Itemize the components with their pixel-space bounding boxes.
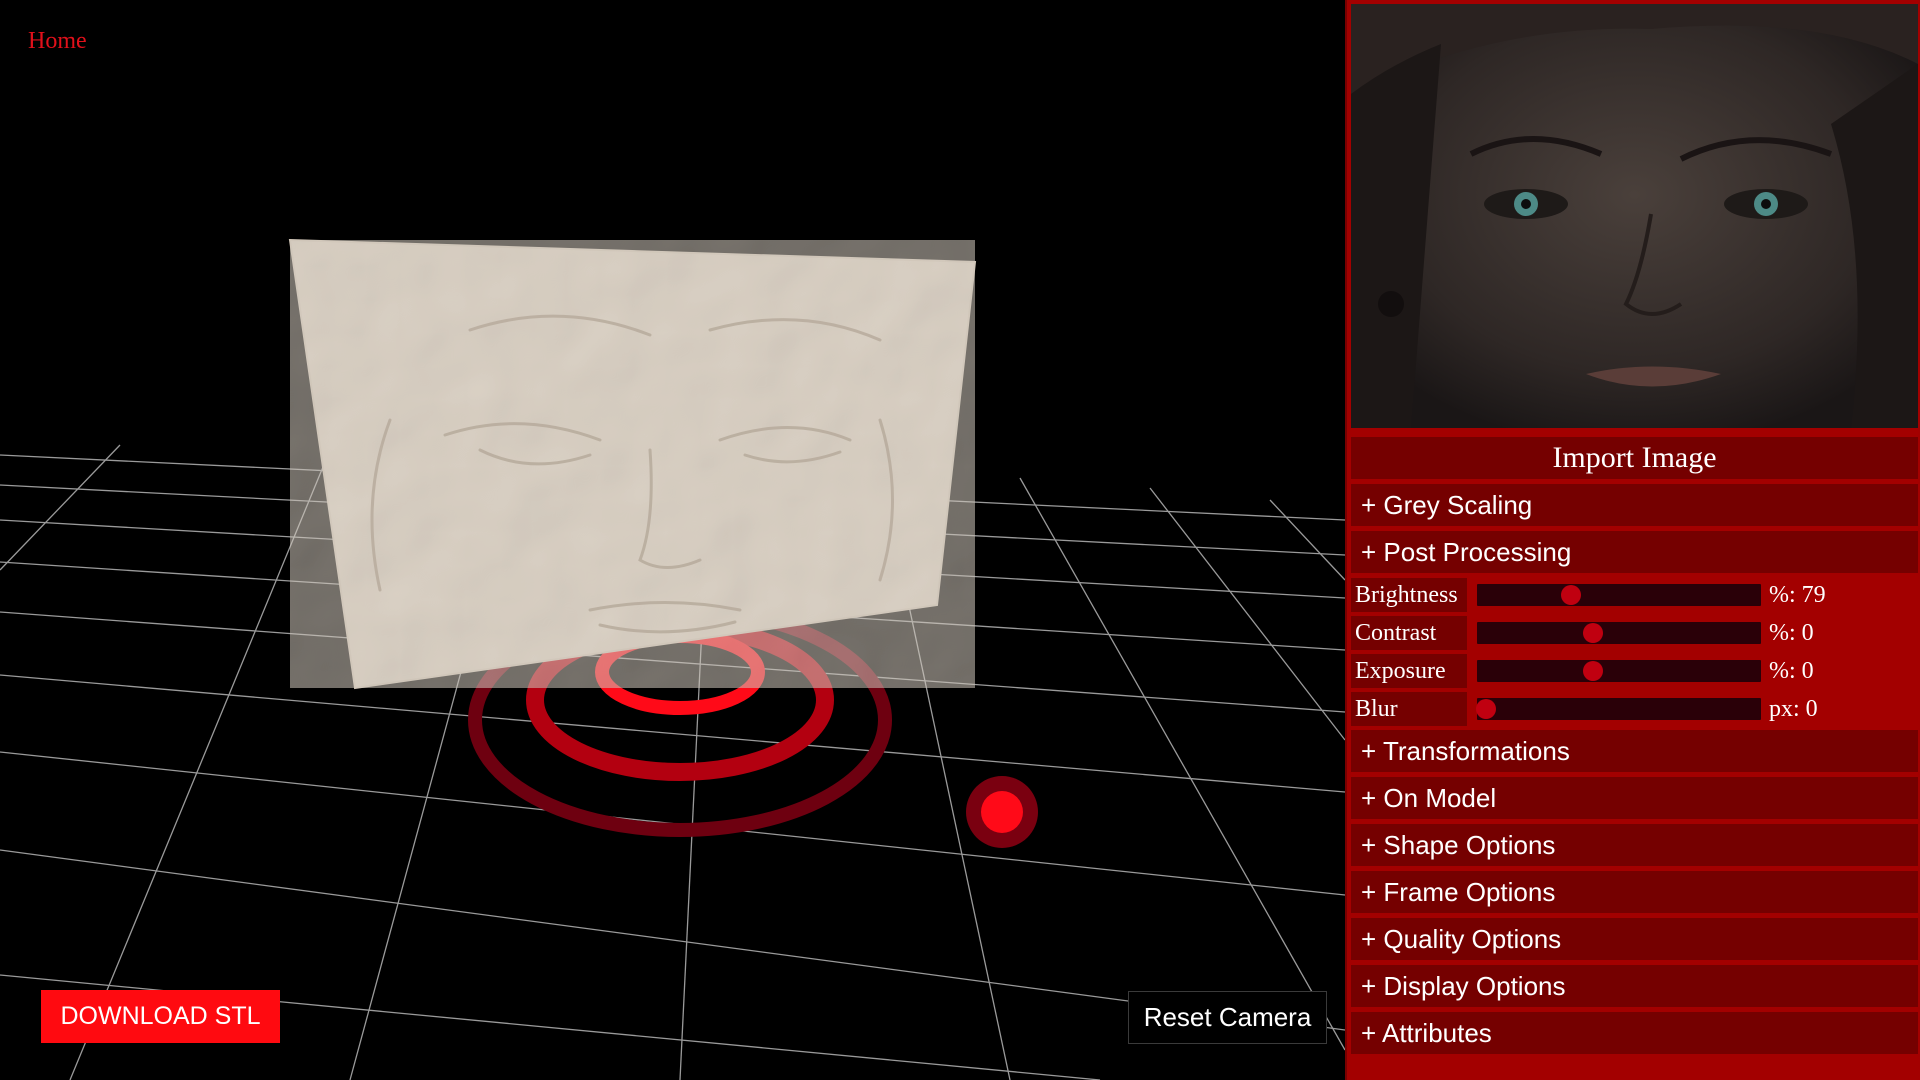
- brightness-unit: %:: [1769, 581, 1796, 608]
- blur-slider-thumb[interactable]: [1475, 699, 1496, 719]
- reset-camera-button[interactable]: Reset Camera: [1128, 991, 1327, 1044]
- section-frame-options[interactable]: + Frame Options: [1351, 871, 1918, 913]
- exposure-slider-row: Exposure%: 0: [1351, 654, 1918, 688]
- brightness-slider-thumb[interactable]: [1560, 585, 1581, 605]
- blur-slider[interactable]: [1475, 698, 1761, 720]
- blur-label: Blur: [1351, 692, 1467, 726]
- blur-number: 0: [1805, 695, 1818, 722]
- brightness-value: %: 79: [1769, 582, 1826, 609]
- brightness-slider[interactable]: [1477, 584, 1761, 606]
- contrast-value: %: 0: [1769, 620, 1814, 647]
- section-attributes[interactable]: + Attributes: [1351, 1012, 1918, 1054]
- brightness-slider-row: Brightness%: 79: [1351, 578, 1918, 612]
- options-menu: Import Image + Grey Scaling + Post Proces…: [1351, 437, 1918, 1059]
- section-shape-options[interactable]: + Shape Options: [1351, 824, 1918, 866]
- section-on-model[interactable]: + On Model: [1351, 777, 1918, 819]
- download-stl-button[interactable]: DOWNLOAD STL: [41, 990, 280, 1043]
- scene-canvas[interactable]: [0, 0, 1345, 1080]
- blur-unit: px:: [1769, 695, 1800, 722]
- relief-model[interactable]: [288, 238, 977, 690]
- brightness-label: Brightness: [1351, 578, 1467, 612]
- section-grey-scaling[interactable]: + Grey Scaling: [1351, 484, 1918, 526]
- contrast-slider-row: Contrast%: 0: [1351, 616, 1918, 650]
- exposure-value: %: 0: [1769, 658, 1814, 685]
- home-link[interactable]: Home: [28, 28, 87, 55]
- contrast-unit: %:: [1769, 619, 1796, 646]
- exposure-slider[interactable]: [1477, 660, 1761, 682]
- 3d-viewport[interactable]: Home DOWNLOAD STL Reset Camera: [0, 0, 1345, 1080]
- contrast-slider-thumb[interactable]: [1583, 623, 1604, 643]
- import-image-button[interactable]: Import Image: [1351, 437, 1918, 479]
- blur-slider-row: Blur px: 0: [1351, 692, 1918, 726]
- exposure-unit: %:: [1769, 657, 1796, 684]
- exposure-slider-thumb[interactable]: [1583, 661, 1604, 681]
- contrast-number: 0: [1801, 619, 1814, 646]
- settings-panel: Import Image + Grey Scaling + Post Proces…: [1345, 0, 1920, 1080]
- section-post-processing[interactable]: + Post Processing: [1351, 531, 1918, 573]
- brightness-number: 79: [1801, 581, 1826, 608]
- gizmo-handle[interactable]: [966, 776, 1038, 848]
- source-image-preview: [1351, 4, 1918, 428]
- section-transformations[interactable]: + Transformations: [1351, 730, 1918, 772]
- blur-value: px: 0: [1769, 696, 1818, 723]
- exposure-label: Exposure: [1351, 654, 1467, 688]
- section-display-options[interactable]: + Display Options: [1351, 965, 1918, 1007]
- section-quality-options[interactable]: + Quality Options: [1351, 918, 1918, 960]
- contrast-label: Contrast: [1351, 616, 1467, 650]
- contrast-slider[interactable]: [1477, 622, 1761, 644]
- exposure-number: 0: [1801, 657, 1814, 684]
